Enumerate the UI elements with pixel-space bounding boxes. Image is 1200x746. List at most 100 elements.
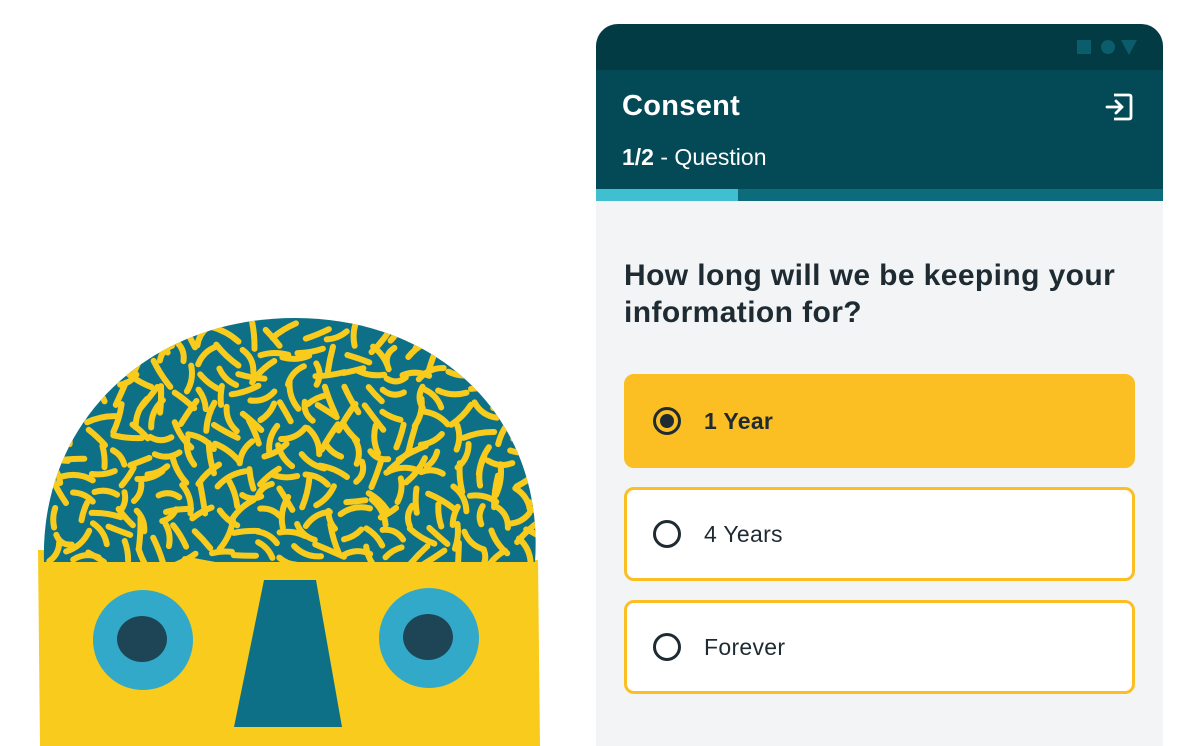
- hair-squiggle: [52, 401, 79, 426]
- hair-squiggle: [163, 505, 195, 515]
- hair-squiggle: [412, 485, 420, 516]
- step-indicator: 1/2 - Question: [622, 144, 766, 171]
- hair-squiggle: [121, 538, 132, 562]
- hair-squiggle: [387, 318, 404, 344]
- hair-squiggle: [476, 503, 486, 528]
- hair-squiggle: [525, 396, 536, 427]
- hair-squiggle: [70, 335, 86, 370]
- hair-squiggle: [67, 318, 93, 343]
- hair-squiggle: [526, 504, 536, 516]
- answer-option[interactable]: 1 Year: [624, 374, 1135, 468]
- hair-squiggle: [507, 447, 536, 456]
- step-label: - Question: [653, 144, 767, 170]
- hair-squiggle: [445, 368, 482, 379]
- hair-squiggle: [105, 348, 128, 364]
- hair-squiggle: [51, 424, 66, 449]
- hair-squiggle: [533, 461, 536, 491]
- hair-squiggle: [110, 432, 145, 442]
- hair-squiggle: [499, 352, 531, 366]
- answer-options: 1 Year 4 Years Forever: [624, 374, 1135, 694]
- app-header: Consent 1/2 - Question: [596, 70, 1163, 201]
- hair-squiggle: [526, 487, 536, 506]
- hair-squiggle: [448, 346, 465, 374]
- hair-squiggle: [531, 340, 536, 370]
- hair-squiggle: [435, 501, 445, 530]
- hair-squiggle: [86, 340, 107, 360]
- hair-squiggle: [43, 389, 69, 397]
- hair-squiggle: [43, 459, 64, 486]
- hair-squiggle: [462, 329, 486, 350]
- hair-squiggle: [343, 497, 369, 506]
- hair-squiggle: [416, 325, 444, 344]
- hair-squiggle: [467, 369, 501, 389]
- question-content: How long will we be keeping your informa…: [596, 201, 1163, 694]
- right-eye: [379, 588, 479, 688]
- hair-squiggle: [487, 322, 503, 355]
- hair-squiggle: [510, 418, 522, 442]
- radio-unselected-icon[interactable]: [653, 633, 681, 661]
- hair-squiggle: [509, 328, 525, 351]
- hair-squiggle: [72, 357, 82, 392]
- hair-squiggle: [482, 369, 513, 386]
- question-text: How long will we be keeping your informa…: [624, 259, 1116, 329]
- answer-option[interactable]: Forever: [624, 600, 1135, 694]
- answer-option-label: 1 Year: [704, 407, 774, 434]
- screen: Consent 1/2 - Question How long will we …: [0, 0, 1200, 746]
- hair-squiggle: [230, 552, 259, 559]
- hair-squiggle: [493, 385, 521, 395]
- hair-squiggle: [268, 471, 301, 481]
- status-bar: [596, 24, 1163, 70]
- hair-squiggle: [452, 323, 477, 348]
- radio-selected-icon[interactable]: [653, 407, 681, 435]
- hair-squiggle: [519, 376, 529, 407]
- hair-squiggle: [47, 326, 70, 347]
- hair-squiggle: [64, 397, 82, 426]
- hair-squiggle: [89, 328, 107, 351]
- hair-squiggle: [120, 321, 157, 340]
- hair-squiggle: [209, 548, 235, 557]
- hair-squiggle: [108, 324, 129, 352]
- hair-squiggle: [525, 320, 536, 353]
- answer-option-label: 4 Years: [704, 520, 783, 547]
- hair-squiggle: [77, 380, 95, 402]
- hair-squiggle: [249, 319, 258, 352]
- hair-squiggle: [135, 514, 144, 552]
- progress-bar: [596, 189, 1163, 201]
- radio-dot: [660, 414, 674, 428]
- hair-squiggle: [50, 505, 59, 531]
- status-icons: [1077, 40, 1137, 55]
- hair-squiggle: [456, 460, 466, 495]
- hair-squiggle: [526, 381, 536, 399]
- hair-squiggle: [147, 433, 175, 444]
- exit-icon[interactable]: [1103, 91, 1135, 123]
- answer-option-label: Forever: [704, 633, 786, 660]
- character-illustration: [38, 318, 547, 746]
- radio-unselected-icon[interactable]: [653, 520, 681, 548]
- hair-squiggle: [534, 428, 536, 455]
- hair-squiggle: [45, 368, 63, 390]
- hair-squiggle: [99, 442, 108, 471]
- hair-squiggle: [511, 412, 535, 430]
- hair-squiggle: [84, 383, 108, 405]
- hair-squiggle: [506, 372, 530, 390]
- hair-squiggle: [217, 383, 225, 408]
- answer-option[interactable]: 4 Years: [624, 487, 1135, 581]
- left-eye: [93, 590, 193, 690]
- progress-fill: [596, 189, 738, 201]
- hair-squiggle: [82, 364, 113, 391]
- hair-squiggle: [418, 467, 446, 477]
- hair-squiggle: [530, 446, 536, 459]
- hair-squiggle: [468, 385, 495, 395]
- hair-squiggle: [60, 455, 88, 463]
- hair-squiggle: [545, 360, 547, 380]
- step-count: 1/2: [622, 144, 654, 170]
- hair-squiggle: [53, 335, 66, 366]
- hair-squiggle: [88, 468, 118, 478]
- hair-squiggle: [453, 422, 463, 453]
- hair-squiggle: [279, 352, 313, 362]
- hair-squiggle: [540, 551, 543, 569]
- hair-squiggle: [482, 351, 511, 362]
- page-title: Consent: [622, 90, 741, 122]
- hair-squiggle: [472, 348, 497, 365]
- phone-frame: Consent 1/2 - Question How long will we …: [596, 24, 1163, 746]
